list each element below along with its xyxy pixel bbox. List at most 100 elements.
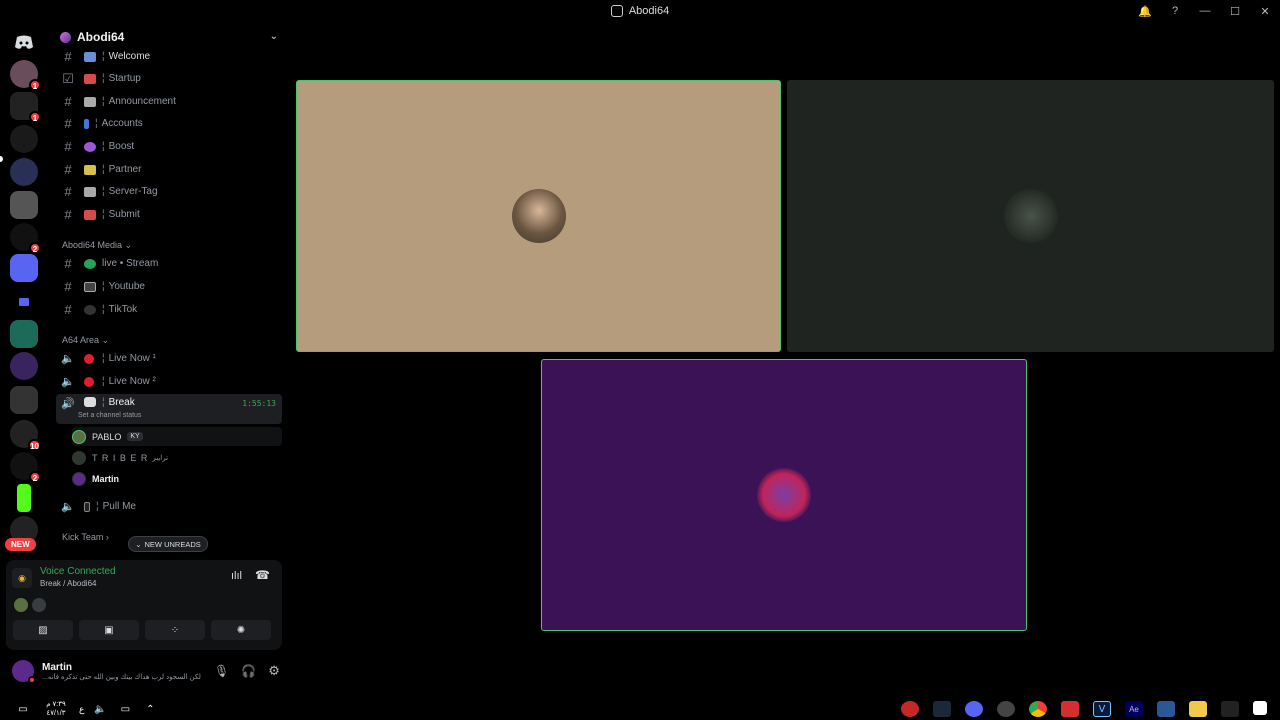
server-icon[interactable]: 1: [10, 92, 41, 123]
server-icon[interactable]: 2: [10, 223, 41, 254]
server-icon[interactable]: [10, 191, 38, 219]
maximize-button[interactable]: ☐: [1220, 5, 1250, 18]
chrome-icon[interactable]: [1029, 701, 1047, 717]
camera-off-button[interactable]: ▨: [13, 620, 73, 640]
windows-start-icon[interactable]: [1253, 701, 1267, 715]
kick-server-icon[interactable]: [17, 484, 31, 512]
channel-startup[interactable]: ☑ ¦ Startup: [56, 68, 282, 89]
call-timer: 1:55:13: [242, 399, 276, 408]
boost-icon: [84, 141, 96, 152]
signal-icon[interactable]: ◉: [12, 568, 32, 588]
channel-tiktok[interactable]: # ¦ TikTok: [56, 299, 282, 320]
channel-partner[interactable]: # ¦ Partner: [56, 159, 282, 180]
category-media[interactable]: Abodi64 Media ⌄: [62, 240, 132, 251]
server-icon[interactable]: [10, 254, 38, 282]
voice-user-triber[interactable]: T R I B E R ترايبر: [72, 448, 282, 467]
server-icon[interactable]: 2: [10, 452, 41, 483]
tag-badge: KY: [127, 432, 143, 441]
category-area[interactable]: A64 Area ⌄: [62, 335, 109, 346]
channel-boost[interactable]: # ¦ Boost: [56, 136, 282, 157]
chevron-up-icon[interactable]: ⌃: [141, 701, 159, 717]
gear-icon[interactable]: ⚙: [268, 663, 280, 679]
taskbar: ▭ ٧:٣٩ م ٤٧/١/٣ ع 🔈 ▭ ⌃ V Ae: [0, 698, 1280, 720]
avatar: [757, 468, 811, 522]
cup-icon: [84, 397, 96, 407]
red-circle-icon: [84, 376, 94, 387]
voice-channel-break[interactable]: 🔊 ¦ Break 1:55:13 Set a channel status: [56, 394, 282, 424]
discord-icon[interactable]: [965, 701, 983, 717]
noise-suppression-icon[interactable]: ılıl: [231, 570, 242, 582]
voice-connected-panel: ◉ Voice Connected Break / Abodi64 ılıl ☎…: [6, 560, 282, 650]
channel-welcome[interactable]: # ¦ Welcome: [56, 46, 282, 67]
participant-tile-pablo[interactable]: [296, 80, 781, 352]
after-effects-icon[interactable]: Ae: [1125, 701, 1143, 717]
close-button[interactable]: ✕: [1250, 5, 1280, 18]
app-icon[interactable]: [901, 701, 919, 717]
folder-icon[interactable]: [10, 288, 38, 316]
server-icon[interactable]: [10, 125, 38, 153]
pick-icon: [84, 186, 96, 197]
voice-location[interactable]: Break / Abodi64: [40, 579, 96, 588]
channel-status-hint[interactable]: Set a channel status: [78, 412, 141, 419]
channel-youtube[interactable]: # ¦ Youtube: [56, 276, 282, 297]
volume-icon[interactable]: 🔈: [91, 701, 109, 717]
channel-submit[interactable]: # ¦ Submit: [56, 204, 282, 225]
server-icon[interactable]: 10: [10, 420, 41, 451]
hash-icon: #: [64, 116, 72, 131]
voice-user-pablo[interactable]: PABLO KY: [72, 427, 282, 446]
app-icon[interactable]: [1221, 701, 1239, 717]
channel-live-stream[interactable]: # live • Stream: [56, 253, 282, 274]
speaker-icon: 🔈: [61, 376, 75, 388]
screen-share-button[interactable]: ▣: [79, 620, 139, 640]
app-icon[interactable]: [1061, 701, 1079, 717]
voice-status[interactable]: Voice Connected: [40, 566, 116, 577]
server-icon[interactable]: [10, 386, 38, 414]
server-icon[interactable]: [10, 352, 38, 380]
disconnect-icon[interactable]: ☎: [255, 568, 270, 582]
chevron-down-icon[interactable]: ⌄: [270, 31, 278, 42]
avatar[interactable]: [12, 660, 36, 684]
voice-user-martin[interactable]: Martin: [72, 469, 282, 488]
participant-tile-triber[interactable]: [787, 80, 1274, 352]
emoji-icon: [84, 51, 96, 62]
activities-button[interactable]: ⁘: [145, 620, 205, 640]
voice-channel-live-now-1[interactable]: 🔈 ¦ Live Now ¹: [56, 348, 282, 369]
voice-channel-pull-me[interactable]: 🔈 ¦ Pull Me: [56, 496, 282, 517]
category-kick[interactable]: Kick Team ›: [62, 532, 109, 542]
store-icon[interactable]: [1157, 701, 1175, 717]
speaker-icon: 🔈: [61, 353, 75, 365]
channel-server-tag[interactable]: # ¦ Server-Tag: [56, 181, 282, 202]
hash-icon: #: [64, 184, 72, 199]
voice-channel-live-now-2[interactable]: 🔈 ¦ Live Now ²: [56, 371, 282, 392]
server-icon[interactable]: [10, 158, 38, 186]
user-name: Martin: [42, 661, 72, 673]
notification-icon[interactable]: ▭: [14, 701, 32, 717]
participant-tile-martin[interactable]: [541, 359, 1027, 631]
hash-icon: #: [64, 302, 72, 317]
server-icon[interactable]: [10, 320, 38, 348]
file-explorer-icon[interactable]: [1189, 701, 1207, 717]
language-indicator[interactable]: ع: [79, 704, 84, 715]
headphones-icon[interactable]: 🎧: [241, 664, 256, 678]
microphone-icon[interactable]: 🎙: [214, 664, 229, 678]
inbox-icon[interactable]: 🔔: [1130, 5, 1160, 18]
new-badge: NEW: [5, 538, 36, 551]
help-icon[interactable]: ?: [1160, 5, 1190, 17]
app-icon[interactable]: V: [1093, 701, 1111, 717]
minimize-button[interactable]: —: [1190, 5, 1220, 17]
clock[interactable]: ٧:٣٩ م ٤٧/١/٣: [39, 700, 73, 718]
phone-icon: [84, 501, 90, 512]
hash-icon: #: [64, 94, 72, 109]
discord-home-icon[interactable]: [10, 28, 38, 56]
new-unreads-button[interactable]: ⌄ NEW UNREADS: [128, 536, 208, 552]
soundboard-button[interactable]: ✺: [211, 620, 271, 640]
hash-icon: #: [64, 279, 72, 294]
channel-accounts[interactable]: # ¦ Accounts: [56, 113, 282, 134]
network-icon[interactable]: ▭: [116, 701, 134, 717]
server-icon[interactable]: 1: [10, 60, 41, 91]
channel-announcement[interactable]: # ¦ Announcement: [56, 91, 282, 112]
app-icon[interactable]: [997, 701, 1015, 717]
avatar: [72, 471, 86, 486]
user-panel: Martin لكن السجود لرب هداك بيتك وبين الل…: [6, 654, 282, 688]
steam-icon[interactable]: [933, 701, 951, 717]
